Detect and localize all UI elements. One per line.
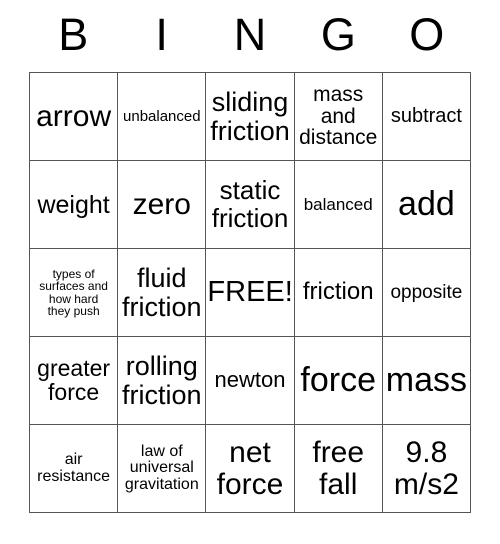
bingo-cell-label: free fall (312, 436, 365, 501)
bingo-cell[interactable]: air resistance (30, 425, 119, 513)
bingo-cell[interactable]: types of surfaces and how hard they push (30, 249, 119, 337)
bingo-cell[interactable]: 9.8 m/s2 (382, 425, 472, 513)
bingo-row: greater force rolling friction newton fo… (30, 337, 472, 425)
bingo-cell-label: subtract (390, 105, 462, 128)
bingo-header-row: B I N G O (29, 0, 471, 72)
bingo-cell-label: newton (214, 367, 286, 393)
bingo-cell[interactable]: add (382, 161, 472, 249)
bingo-cell[interactable]: greater force (30, 337, 119, 425)
bingo-cell-label: greater force (37, 354, 111, 405)
bingo-cell-free[interactable]: FREE! (206, 249, 295, 337)
bingo-cell[interactable]: free fall (294, 425, 383, 513)
bingo-cell[interactable]: opposite (382, 249, 472, 337)
bingo-cell-label: zero (132, 187, 191, 221)
bingo-cell-label: friction (302, 278, 374, 306)
bingo-cell-label: mass and distance (299, 82, 378, 150)
bingo-cell-label: opposite (390, 281, 463, 303)
bingo-cell[interactable]: subtract (382, 73, 472, 161)
bingo-cell-label: static friction (211, 175, 289, 233)
bingo-header-letter-b: B (58, 8, 89, 60)
bingo-cell-label: arrow (36, 99, 112, 133)
bingo-cell[interactable]: rolling friction (118, 337, 207, 425)
bingo-cell-label: rolling friction (122, 351, 202, 410)
bingo-cell-label: weight (37, 190, 110, 219)
bingo-header-letter-g: G (320, 8, 356, 60)
bingo-cell[interactable]: static friction (206, 161, 295, 249)
bingo-header-letter-o: O (409, 8, 445, 60)
bingo-cell-label: balanced (303, 194, 373, 214)
bingo-cell[interactable]: friction (294, 249, 383, 337)
bingo-cell[interactable]: mass (382, 337, 472, 425)
bingo-header-letter-n: N (233, 8, 267, 60)
bingo-row: types of surfaces and how hard they push… (30, 249, 472, 337)
bingo-cell-label: mass (385, 360, 468, 399)
bingo-cell-label: unbalanced (123, 107, 201, 125)
bingo-card: B I N G O arrow unbalanced sliding frict… (29, 0, 472, 513)
bingo-cell-label: add (398, 184, 455, 223)
bingo-grid: arrow unbalanced sliding friction mass a… (29, 72, 472, 513)
bingo-cell-label: FREE! (207, 276, 293, 309)
bingo-cell[interactable]: balanced (294, 161, 383, 249)
bingo-header-letter-i: I (155, 8, 168, 60)
bingo-cell-label: fluid friction (122, 263, 202, 322)
bingo-cell[interactable]: weight (30, 161, 119, 249)
bingo-cell[interactable]: newton (206, 337, 295, 425)
bingo-cell[interactable]: zero (118, 161, 207, 249)
bingo-cell-label: 9.8 m/s2 (393, 436, 459, 501)
bingo-cell-label: types of surfaces and how hard they push (39, 266, 108, 318)
bingo-cell-label: net force (216, 436, 284, 501)
bingo-cell[interactable]: sliding friction (206, 73, 295, 161)
bingo-row: air resistance law of universal gravitat… (30, 425, 472, 513)
bingo-cell[interactable]: unbalanced (118, 73, 207, 161)
bingo-cell-label: sliding friction (210, 87, 290, 146)
bingo-cell[interactable]: fluid friction (118, 249, 207, 337)
bingo-cell-label: law of universal gravitation (124, 442, 199, 493)
bingo-cell-label: force (300, 360, 376, 399)
bingo-cell[interactable]: force (294, 337, 383, 425)
bingo-cell[interactable]: law of universal gravitation (118, 425, 207, 513)
bingo-cell[interactable]: net force (206, 425, 295, 513)
bingo-row: weight zero static friction balanced add (30, 161, 472, 249)
bingo-cell-label: air resistance (37, 450, 111, 485)
bingo-cell[interactable]: mass and distance (294, 73, 383, 161)
bingo-row: arrow unbalanced sliding friction mass a… (30, 73, 472, 161)
bingo-cell[interactable]: arrow (30, 73, 119, 161)
